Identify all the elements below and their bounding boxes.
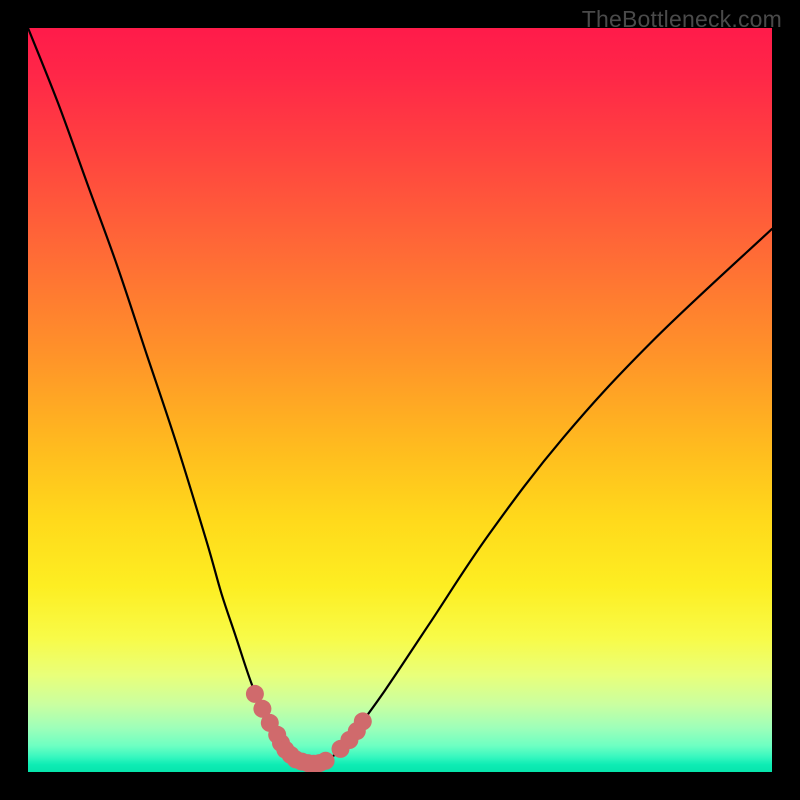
bottleneck-curve — [28, 28, 772, 766]
plot-area — [28, 28, 772, 772]
curve-layer — [28, 28, 772, 772]
chart-frame: TheBottleneck.com — [0, 0, 800, 800]
highlight-dot — [354, 712, 372, 730]
highlight-dot — [317, 752, 335, 770]
optimal-region-dots — [246, 685, 372, 772]
watermark-text: TheBottleneck.com — [582, 6, 782, 33]
